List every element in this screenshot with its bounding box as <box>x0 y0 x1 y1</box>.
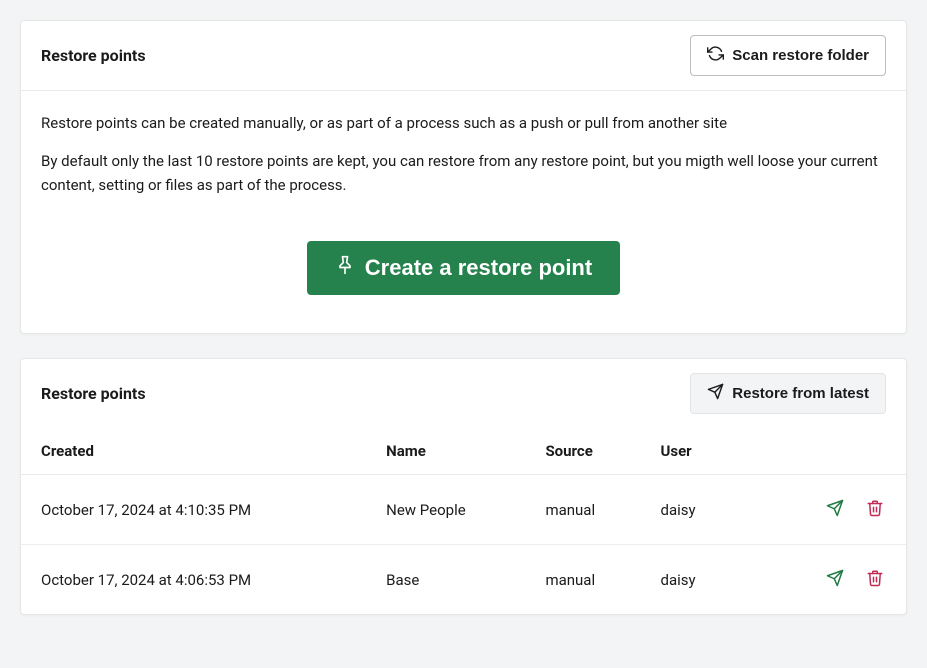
description-line-2: By default only the last 10 restore poin… <box>41 149 886 197</box>
table-row: October 17, 2024 at 4:06:53 PM Base manu… <box>21 545 906 615</box>
th-actions <box>773 428 906 475</box>
cell-created: October 17, 2024 at 4:10:35 PM <box>21 475 366 545</box>
scan-button-label: Scan restore folder <box>732 47 869 64</box>
create-button-label: Create a restore point <box>365 255 592 281</box>
source-value: manual <box>545 571 595 589</box>
send-icon <box>826 569 844 590</box>
row-actions <box>793 497 886 522</box>
user-value: daisy <box>660 571 695 589</box>
th-user: User <box>640 428 773 475</box>
trash-icon <box>866 569 884 590</box>
created-value: October 17, 2024 at 4:10:35 PM <box>41 501 251 519</box>
cell-actions <box>773 545 906 615</box>
user-value: daisy <box>660 501 695 519</box>
panel-header: Restore points Scan restore folder <box>21 21 906 91</box>
cell-user: daisy <box>640 545 773 615</box>
cell-name: New People <box>366 475 525 545</box>
create-button-wrap: Create a restore point <box>41 211 886 313</box>
restore-latest-label: Restore from latest <box>732 385 869 402</box>
restore-points-list-panel: Restore points Restore from latest Creat… <box>20 358 907 615</box>
restore-from-latest-button[interactable]: Restore from latest <box>690 373 886 414</box>
cell-actions <box>773 475 906 545</box>
description: Restore points can be created manually, … <box>41 111 886 197</box>
cell-user: daisy <box>640 475 773 545</box>
cell-source: manual <box>525 475 640 545</box>
th-name: Name <box>366 428 525 475</box>
panel-body: Restore points can be created manually, … <box>21 91 906 333</box>
restore-points-table: Created Name Source User October 17, 202… <box>21 428 906 614</box>
scan-restore-folder-button[interactable]: Scan restore folder <box>690 35 886 76</box>
name-value: New People <box>386 501 466 519</box>
cell-name: Base <box>366 545 525 615</box>
restore-row-button[interactable] <box>824 567 846 592</box>
table-row: October 17, 2024 at 4:10:35 PM New Peopl… <box>21 475 906 545</box>
trash-icon <box>866 499 884 520</box>
restore-row-button[interactable] <box>824 497 846 522</box>
source-value: manual <box>545 501 595 519</box>
cell-created: October 17, 2024 at 4:06:53 PM <box>21 545 366 615</box>
delete-row-button[interactable] <box>864 567 886 592</box>
cell-source: manual <box>525 545 640 615</box>
panel-header: Restore points Restore from latest <box>21 359 906 428</box>
refresh-icon <box>707 45 724 66</box>
send-icon <box>707 383 724 404</box>
restore-points-intro-panel: Restore points Scan restore folder Resto… <box>20 20 907 334</box>
th-source: Source <box>525 428 640 475</box>
th-created: Created <box>21 428 366 475</box>
row-actions <box>793 567 886 592</box>
create-restore-point-button[interactable]: Create a restore point <box>307 241 620 295</box>
panel-title: Restore points <box>41 46 146 65</box>
created-value: October 17, 2024 at 4:06:53 PM <box>41 571 251 589</box>
send-icon <box>826 499 844 520</box>
table-header-row: Created Name Source User <box>21 428 906 475</box>
delete-row-button[interactable] <box>864 497 886 522</box>
name-value: Base <box>386 571 419 589</box>
panel-title: Restore points <box>41 384 146 403</box>
description-line-1: Restore points can be created manually, … <box>41 111 886 135</box>
pin-icon <box>335 255 355 281</box>
